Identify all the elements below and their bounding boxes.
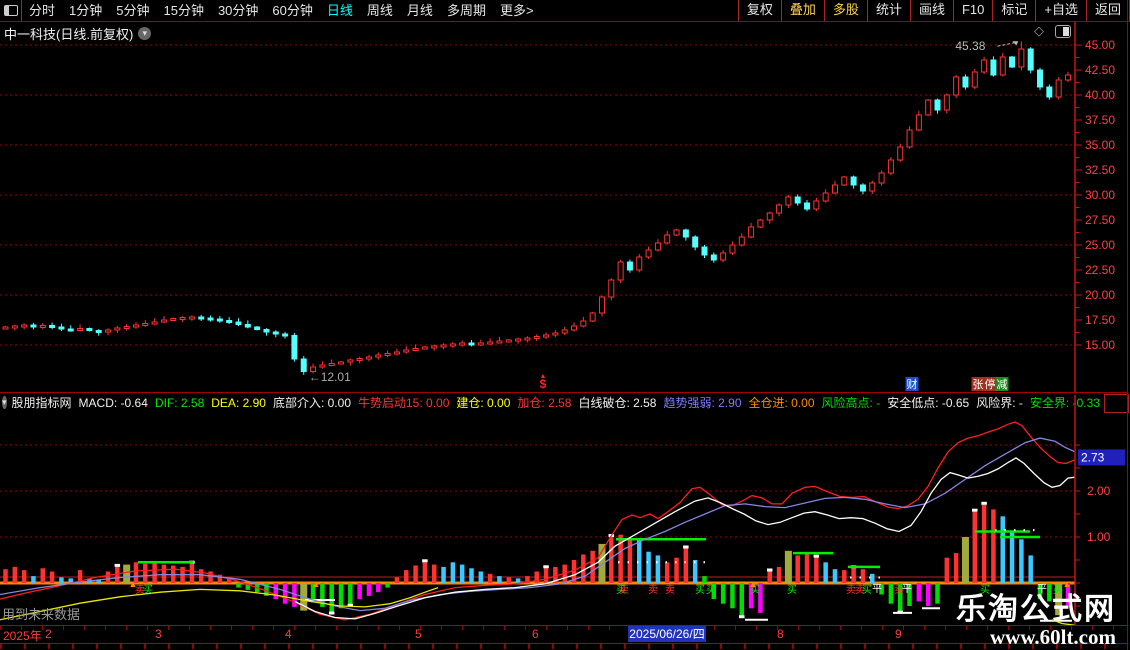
period-tab-日线[interactable]: 日线 xyxy=(320,0,360,21)
watermark-site-name: 乐淘公式网 xyxy=(956,593,1116,627)
watermark-site-url: www.60lt.com xyxy=(990,624,1116,649)
svg-text:30.00: 30.00 xyxy=(1085,188,1115,202)
diamond-marker-icon[interactable]: ◇ xyxy=(1034,23,1044,39)
svg-text:37.50: 37.50 xyxy=(1085,113,1115,127)
period-tab-30分钟[interactable]: 30分钟 xyxy=(211,0,265,21)
window-layout-icon xyxy=(3,5,18,16)
svg-text:▲: ▲ xyxy=(312,579,321,589)
svg-text:20.00: 20.00 xyxy=(1085,288,1115,302)
toolbar-button-F10[interactable]: F10 xyxy=(952,0,994,21)
toolbar-button-统计[interactable]: 统计 xyxy=(866,0,911,21)
svg-text:←12.01: ←12.01 xyxy=(309,370,351,384)
month-label-3: 3 xyxy=(155,627,162,641)
svg-text:买: 买 xyxy=(695,584,705,596)
svg-text:财: 财 xyxy=(907,377,918,391)
period-tab-15分钟[interactable]: 15分钟 xyxy=(156,0,210,21)
svg-text:40.00: 40.00 xyxy=(1085,88,1115,102)
svg-text:卖: 卖 xyxy=(665,584,675,596)
svg-text:买: 买 xyxy=(787,584,797,596)
svg-text:25.00: 25.00 xyxy=(1085,238,1115,252)
period-tab-分时[interactable]: 分时 xyxy=(22,0,62,21)
svg-text:17.50: 17.50 xyxy=(1085,313,1115,327)
period-tabs: 分时 1分钟 5分钟 15分钟 30分钟 60分钟 日线 周线 月线 多周期 更多> xyxy=(22,0,541,21)
svg-text:42.50: 42.50 xyxy=(1085,63,1115,77)
svg-text:平: 平 xyxy=(872,584,882,595)
toolbar-actions: 复权 叠加 多股 统计 画线 F10 标记 +自选 返回 xyxy=(737,0,1130,21)
svg-text:卖: 卖 xyxy=(648,584,658,596)
svg-text:$: $ xyxy=(540,377,547,391)
main-candlestick-chart[interactable]: 45.00 42.50 40.00 37.50 35.00 32.50 30.00 27.50… xyxy=(0,22,1130,395)
toolbar-button-多股[interactable]: 多股 xyxy=(823,0,868,21)
svg-text:平: 平 xyxy=(902,584,912,595)
svg-text:减: 减 xyxy=(997,378,1008,391)
period-tab-多周期[interactable]: 多周期 xyxy=(440,0,493,21)
month-label-2: 2 xyxy=(45,627,52,641)
period-tab-更多>[interactable]: 更多> xyxy=(493,0,541,21)
toolbar-button-复权[interactable]: 复权 xyxy=(737,0,782,21)
period-tab-月线[interactable]: 月线 xyxy=(400,0,440,21)
svg-text:1.00: 1.00 xyxy=(1087,530,1111,544)
svg-text:32.50: 32.50 xyxy=(1085,163,1115,177)
toolbar-button-标记[interactable]: 标记 xyxy=(992,0,1037,21)
year-label: 2025年 xyxy=(3,629,42,643)
toolbar-button-叠加[interactable]: 叠加 xyxy=(780,0,825,21)
svg-text:▲: ▲ xyxy=(1063,579,1072,589)
svg-text:卖: 卖 xyxy=(619,584,629,596)
indicator-chart[interactable]: 买买买买买买买买买卖卖卖卖卖卖卖平平平▲ ▲ ▲ ▲2.001.002.73 xyxy=(0,395,1130,625)
period-tab-5分钟[interactable]: 5分钟 xyxy=(109,0,156,21)
svg-text:27.50: 27.50 xyxy=(1085,213,1115,227)
layout-toggle-button[interactable] xyxy=(0,0,22,21)
stock-app-window: 分时 1分钟 5分钟 15分钟 30分钟 60分钟 日线 周线 月线 多周期 更多> 复权 叠加 多股统… xyxy=(0,0,1130,650)
right-border xyxy=(1127,0,1128,650)
future-data-note: 用到未来数据 xyxy=(2,607,81,622)
svg-text:22.50: 22.50 xyxy=(1085,263,1115,277)
svg-text:▲: ▲ xyxy=(749,579,758,589)
svg-text:15.00: 15.00 xyxy=(1085,338,1115,352)
svg-text:张: 张 xyxy=(973,378,984,391)
month-label-8: 8 xyxy=(777,627,784,641)
month-label-9: 9 xyxy=(895,627,902,641)
month-label-5: 5 xyxy=(415,627,422,641)
svg-text:2.00: 2.00 xyxy=(1087,484,1111,498)
svg-text:35.00: 35.00 xyxy=(1085,138,1115,152)
svg-text:2.73: 2.73 xyxy=(1081,450,1105,464)
panel-toggle-icon[interactable] xyxy=(1055,25,1071,38)
svg-text:▲: ▲ xyxy=(129,579,138,589)
top-toolbar: 分时 1分钟 5分钟 15分钟 30分钟 60分钟 日线 周线 月线 多周期 更多> 复权 叠加 多股统… xyxy=(0,0,1130,22)
period-tab-60分钟[interactable]: 60分钟 xyxy=(265,0,319,21)
period-tab-1分钟[interactable]: 1分钟 xyxy=(62,0,109,21)
watermark: 乐淘公式网 www.60lt.com xyxy=(956,594,1116,648)
toolbar-button-画线[interactable]: 画线 xyxy=(909,0,954,21)
selected-date-badge: 2025/06/26/四 xyxy=(628,626,706,642)
svg-text:45.38: 45.38 xyxy=(955,39,985,53)
period-tab-周线[interactable]: 周线 xyxy=(360,0,400,21)
svg-text:45.00: 45.00 xyxy=(1085,38,1115,52)
svg-text:卖: 卖 xyxy=(855,584,865,596)
month-label-4: 4 xyxy=(285,627,292,641)
svg-text:买: 买 xyxy=(706,584,716,596)
month-label-6: 6 xyxy=(532,627,539,641)
toolbar-button-返回[interactable]: 返回 xyxy=(1085,0,1130,21)
toolbar-button-+自选[interactable]: +自选 xyxy=(1035,0,1087,21)
svg-text:停: 停 xyxy=(985,377,996,391)
